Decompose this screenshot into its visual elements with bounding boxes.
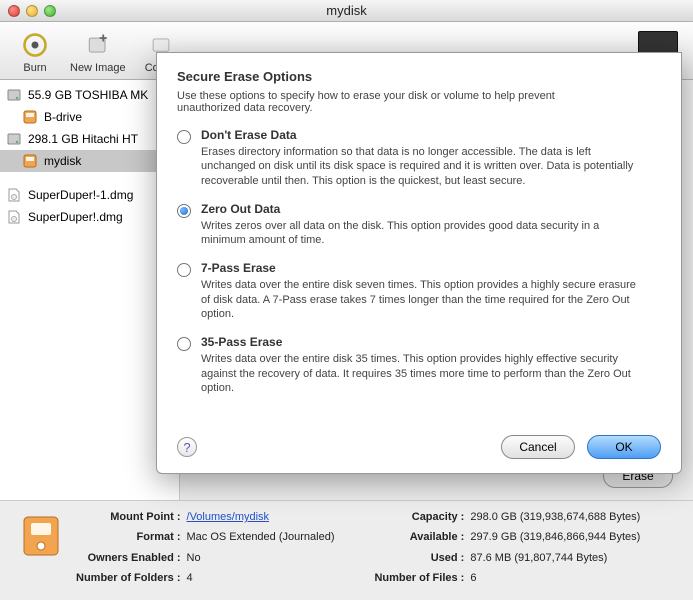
help-button[interactable]: ? <box>177 437 197 457</box>
option-label: Zero Out Data <box>201 202 641 216</box>
folders-value: 4 <box>187 572 335 590</box>
option-label: 7-Pass Erase <box>201 261 641 275</box>
secure-erase-dialog: Secure Erase Options Use these options t… <box>156 52 682 474</box>
option-description: Writes data over the entire disk 35 time… <box>201 352 641 395</box>
mount-point-label: Mount Point : <box>76 511 181 529</box>
mount-point-link[interactable]: /Volumes/mydisk <box>187 511 270 523</box>
files-label: Number of Files : <box>374 572 464 590</box>
option-description: Writes zeros over all data on the disk. … <box>201 219 641 248</box>
disk-icon <box>6 87 22 103</box>
dmg-icon <box>6 187 22 203</box>
dialog-title: Secure Erase Options <box>177 69 661 84</box>
capacity-label: Capacity : <box>374 511 464 529</box>
window-title: mydisk <box>0 3 693 18</box>
new-image-label: New Image <box>70 62 126 74</box>
radio-option-0[interactable] <box>177 130 191 144</box>
info-footer: Mount Point : /Volumes/mydisk Format : M… <box>0 500 693 600</box>
new-image-button[interactable]: New Image <box>70 28 126 74</box>
sidebar: 55.9 GB TOSHIBA MK B-drive 298.1 GB Hitach… <box>0 80 180 500</box>
new-image-icon <box>81 28 115 62</box>
sidebar-item-dmg2[interactable]: SuperDuper!.dmg <box>0 206 179 228</box>
volume-icon <box>22 109 38 125</box>
owners-label: Owners Enabled : <box>76 552 181 570</box>
sidebar-item-disk0[interactable]: 55.9 GB TOSHIBA MK <box>0 84 179 106</box>
used-label: Used : <box>374 552 464 570</box>
radio-option-1[interactable] <box>177 204 191 218</box>
sidebar-item-disk1[interactable]: 298.1 GB Hitachi HT <box>0 128 179 150</box>
ok-button[interactable]: OK <box>587 435 661 459</box>
sidebar-item-mydisk[interactable]: mydisk <box>0 150 179 172</box>
format-value: Mac OS Extended (Journaled) <box>187 531 335 549</box>
title-bar: mydisk <box>0 0 693 22</box>
option-description: Erases directory information so that dat… <box>201 145 641 188</box>
used-value: 87.6 MB (91,807,744 Bytes) <box>470 552 640 570</box>
sidebar-item-label: mydisk <box>44 154 81 168</box>
dmg-icon <box>6 209 22 225</box>
sidebar-item-label: B-drive <box>44 110 82 124</box>
available-value: 297.9 GB (319,846,866,944 Bytes) <box>470 531 640 549</box>
sidebar-item-label: 298.1 GB Hitachi HT <box>28 132 138 146</box>
option-label: Don't Erase Data <box>201 128 641 142</box>
burn-label: Burn <box>23 62 46 74</box>
format-label: Format : <box>76 531 181 549</box>
sidebar-item-label: SuperDuper!-1.dmg <box>28 188 133 202</box>
disk-icon <box>6 131 22 147</box>
folders-label: Number of Folders : <box>76 572 181 590</box>
burn-icon <box>18 28 52 62</box>
files-value: 6 <box>470 572 640 590</box>
option-label: 35-Pass Erase <box>201 335 641 349</box>
sidebar-item-label: 55.9 GB TOSHIBA MK <box>28 88 148 102</box>
cancel-button[interactable]: Cancel <box>501 435 575 459</box>
radio-option-3[interactable] <box>177 337 191 351</box>
capacity-value: 298.0 GB (319,938,674,688 Bytes) <box>470 511 640 529</box>
owners-value: No <box>187 552 335 570</box>
volume-icon <box>22 153 38 169</box>
sidebar-item-bdrive[interactable]: B-drive <box>0 106 179 128</box>
burn-button[interactable]: Burn <box>10 28 60 74</box>
radio-option-2[interactable] <box>177 263 191 277</box>
available-label: Available : <box>374 531 464 549</box>
sidebar-item-dmg1[interactable]: SuperDuper!-1.dmg <box>0 184 179 206</box>
sidebar-item-label: SuperDuper!.dmg <box>28 210 123 224</box>
option-description: Writes data over the entire disk seven t… <box>201 278 641 321</box>
dialog-subtitle: Use these options to specify how to eras… <box>177 90 607 114</box>
volume-icon <box>16 511 66 561</box>
